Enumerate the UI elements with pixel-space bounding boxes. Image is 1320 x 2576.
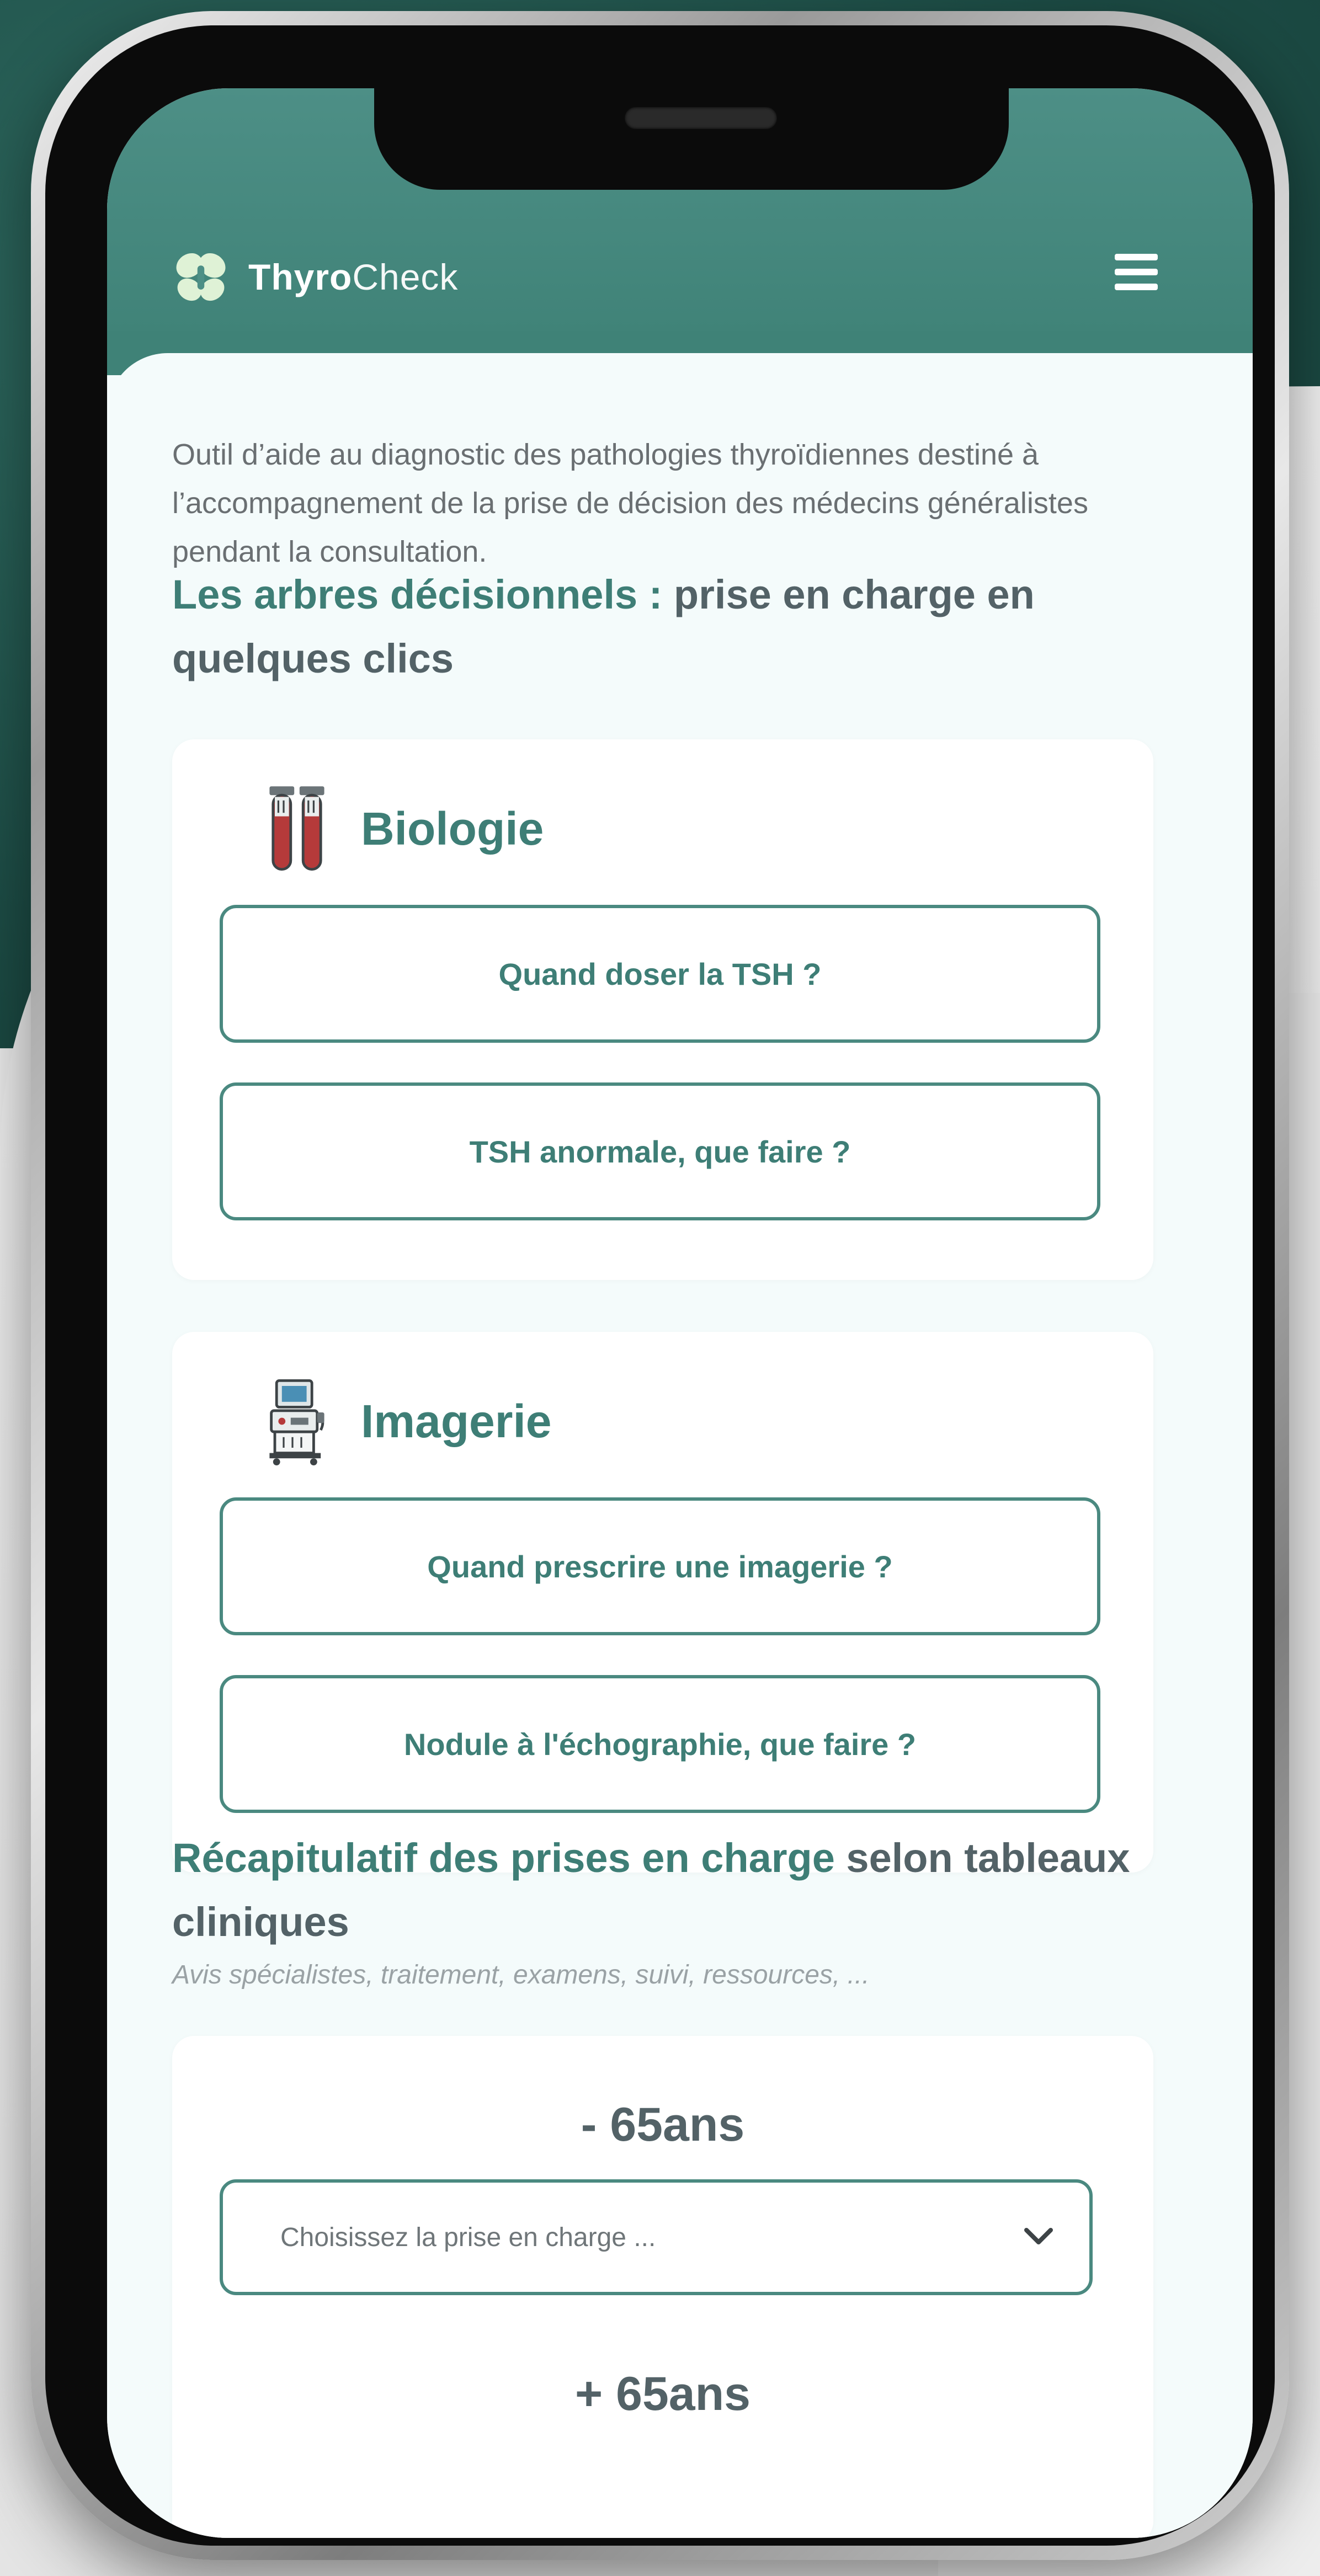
- phone-notch: [374, 88, 1009, 190]
- when-dose-tsh-button[interactable]: Quand doser la TSH ?: [220, 905, 1100, 1043]
- chevron-down-icon: [1024, 2228, 1053, 2244]
- decision-trees-title: Les arbres décisionnels : prise en charg…: [172, 563, 1165, 691]
- app-name-strong: Thyro: [248, 257, 353, 297]
- age-over-65-label: + 65ans: [575, 2367, 751, 2420]
- age-under-65-label: - 65ans: [581, 2098, 745, 2151]
- recap-subtitle: Avis spécialistes, traitement, examens, …: [172, 1960, 870, 1990]
- biologie-card-title: Biologie: [361, 802, 544, 855]
- imagerie-card-title: Imagerie: [361, 1395, 552, 1447]
- biologie-card-header: Biologie: [266, 785, 544, 873]
- abnormal-tsh-button[interactable]: TSH anormale, que faire ?: [220, 1082, 1100, 1220]
- when-prescribe-imaging-button[interactable]: Quand prescrire une imagerie ?: [220, 1497, 1100, 1635]
- intro-text: Outil d’aide au diagnostic des pathologi…: [172, 438, 1088, 568]
- app-name: ThyroCheck: [248, 256, 458, 298]
- imagerie-card: Imagerie Quand prescrire une imagerie ? …: [172, 1332, 1153, 1873]
- ultrasound-machine-icon: [269, 1379, 324, 1465]
- phone-frame: ThyroCheck Outil d’aide au diagnostic de…: [31, 11, 1289, 2560]
- recap-title: Récapitulatif des prises en charge selon…: [172, 1826, 1165, 1954]
- test-tubes-icon: [269, 786, 324, 871]
- decision-trees-title-strong: Les arbres décisionnels :: [172, 572, 663, 617]
- hamburger-menu-icon[interactable]: [1115, 254, 1158, 290]
- recap-title-strong: Récapitulatif des prises en charge: [172, 1835, 835, 1881]
- recap-card: - 65ans Choisissez la prise en charge ..…: [172, 2036, 1153, 2538]
- biologie-card: Biologie Quand doser la TSH ? TSH anorma…: [172, 739, 1153, 1280]
- imagerie-card-header: Imagerie: [266, 1377, 552, 1465]
- care-select[interactable]: Choisissez la prise en charge ...: [220, 2179, 1093, 2295]
- phone-screen: ThyroCheck Outil d’aide au diagnostic de…: [107, 88, 1253, 2538]
- speaker-grille: [625, 107, 777, 129]
- butterfly-logo-icon: [176, 253, 226, 301]
- care-select-placeholder: Choisissez la prise en charge ...: [280, 2223, 656, 2252]
- app-name-light: Check: [352, 257, 459, 297]
- nodule-ultrasound-button[interactable]: Nodule à l'échographie, que faire ?: [220, 1675, 1100, 1813]
- app-logo[interactable]: ThyroCheck: [172, 248, 458, 306]
